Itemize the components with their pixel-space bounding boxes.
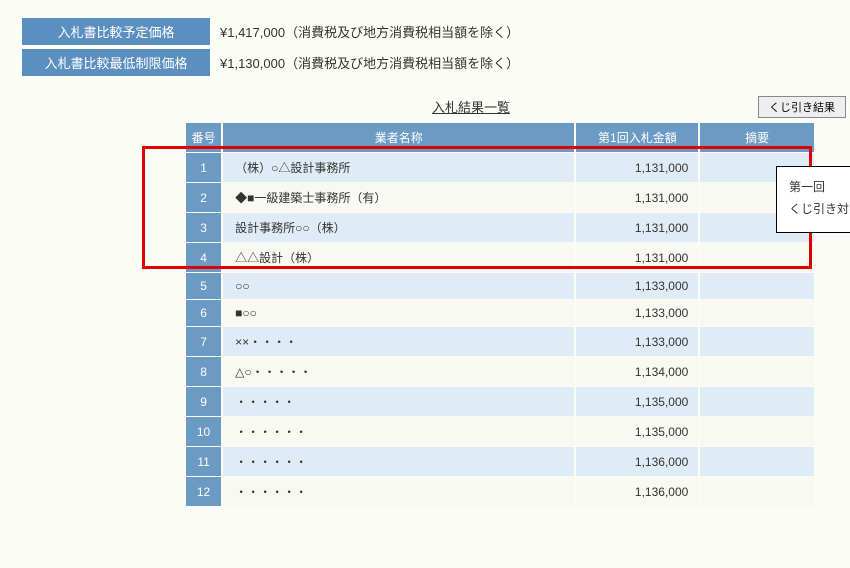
row-no: 3 [186,213,221,242]
row-amount: 1,131,000 [576,213,698,242]
row-tekiyo [700,417,814,446]
row-amount: 1,136,000 [576,447,698,476]
row-amount: 1,135,000 [576,387,698,416]
row-name: ・・・・・ [223,387,574,416]
callout-box: 第一回 くじ引き対象者 [776,166,850,233]
kuji-result-button[interactable]: くじ引き結果 [758,96,846,118]
row-name: ××・・・・ [223,327,574,356]
row-name: ・・・・・・ [223,447,574,476]
table-row: 8△○・・・・・1,134,000 [186,357,814,386]
row-no: 12 [186,477,221,506]
row-amount: 1,131,000 [576,183,698,212]
table-row: 7××・・・・1,133,000 [186,327,814,356]
col-header-tekiyo: 摘要 [700,123,814,152]
row-tekiyo [700,447,814,476]
table-row: 3設計事務所○○（株）1,131,000 [186,213,814,242]
row-amount: 1,131,000 [576,153,698,182]
table-row: 9・・・・・1,135,000 [186,387,814,416]
row-no: 9 [186,387,221,416]
bid-table: 番号 業者名称 第1回入札金額 摘要 1（株）○△設計事務所1,131,0002… [184,122,816,507]
row-amount: 1,133,000 [576,273,698,299]
col-header-no: 番号 [186,123,221,152]
row-amount: 1,131,000 [576,243,698,272]
table-row: 1（株）○△設計事務所1,131,000 [186,153,814,182]
table-row: 12・・・・・・1,136,000 [186,477,814,506]
col-header-amount: 第1回入札金額 [576,123,698,152]
row-tekiyo [700,327,814,356]
row-no: 10 [186,417,221,446]
row-name: ・・・・・・ [223,417,574,446]
row-name: 設計事務所○○（株） [223,213,574,242]
row-tekiyo [700,477,814,506]
min-price-label: 入札書比較最低制限価格 [22,49,210,76]
planned-price-value: ¥1,417,000（消費税及び地方消費税相当額を除く） [210,18,529,45]
table-row: 10・・・・・・1,135,000 [186,417,814,446]
table-row: 2◆■一級建築士事務所（有）1,131,000 [186,183,814,212]
row-name: ■○○ [223,300,574,326]
row-name: （株）○△設計事務所 [223,153,574,182]
table-row: 5○○1,133,000 [186,273,814,299]
bid-result-list: 入札結果一覧 くじ引き結果 番号 業者名称 第1回入札金額 摘要 1（株）○△設… [184,96,850,507]
row-name: △△設計（株） [223,243,574,272]
min-price-row: 入札書比較最低制限価格 ¥1,130,000（消費税及び地方消費税相当額を除く） [22,49,850,76]
row-no: 1 [186,153,221,182]
min-price-value: ¥1,130,000（消費税及び地方消費税相当額を除く） [210,49,529,76]
row-no: 11 [186,447,221,476]
callout-line2: くじ引き対象者 [789,199,850,221]
row-tekiyo [700,243,814,272]
row-no: 7 [186,327,221,356]
row-tekiyo [700,387,814,416]
row-no: 5 [186,273,221,299]
row-amount: 1,135,000 [576,417,698,446]
planned-price-row: 入札書比較予定価格 ¥1,417,000（消費税及び地方消費税相当額を除く） [22,18,850,45]
row-amount: 1,136,000 [576,477,698,506]
row-name: ○○ [223,273,574,299]
row-amount: 1,133,000 [576,300,698,326]
callout-line1: 第一回 [789,177,850,199]
table-row: 6■○○1,133,000 [186,300,814,326]
table-row: 4△△設計（株）1,131,000 [186,243,814,272]
price-info-block: 入札書比較予定価格 ¥1,417,000（消費税及び地方消費税相当額を除く） 入… [0,0,850,76]
row-no: 2 [186,183,221,212]
list-title: 入札結果一覧 [184,97,758,122]
col-header-name: 業者名称 [223,123,574,152]
row-name: △○・・・・・ [223,357,574,386]
row-no: 4 [186,243,221,272]
planned-price-label: 入札書比較予定価格 [22,18,210,45]
row-no: 8 [186,357,221,386]
row-amount: 1,134,000 [576,357,698,386]
row-name: ◆■一級建築士事務所（有） [223,183,574,212]
row-tekiyo [700,300,814,326]
row-tekiyo [700,357,814,386]
row-tekiyo [700,273,814,299]
table-row: 11・・・・・・1,136,000 [186,447,814,476]
row-no: 6 [186,300,221,326]
row-amount: 1,133,000 [576,327,698,356]
row-name: ・・・・・・ [223,477,574,506]
